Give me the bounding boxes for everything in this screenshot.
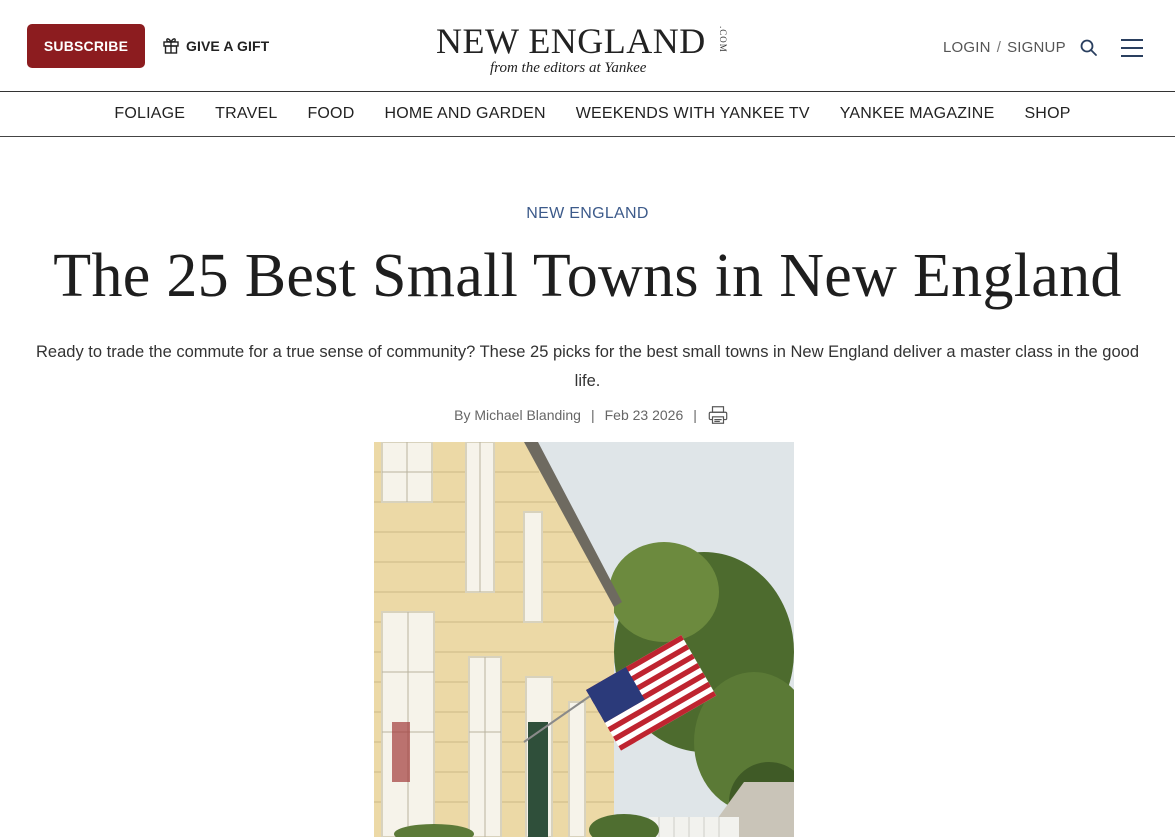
site-header: SUBSCRIBE GIVE A GIFT NEW ENGLAND .COM f… [0,0,1175,92]
logo-com: .COM [718,26,728,53]
login-link[interactable]: LOGIN [943,39,991,56]
article-dek: Ready to trade the commute for a true se… [36,343,1139,390]
byline-separator: | [693,407,697,423]
article-category-link[interactable]: NEW ENGLAND [0,205,1175,223]
nav-item-home-and-garden[interactable]: HOME AND GARDEN [384,105,545,123]
hero-image [374,442,794,837]
auth-separator: / [996,38,1002,56]
gift-icon [162,36,180,57]
hamburger-menu-icon[interactable] [1120,37,1144,59]
nav-item-food[interactable]: FOOD [307,105,354,123]
subscribe-button[interactable]: SUBSCRIBE [27,24,145,68]
search-icon[interactable] [1079,38,1099,58]
signup-link[interactable]: SIGNUP [1007,39,1066,56]
nav-item-yankee-magazine[interactable]: YANKEE MAGAZINE [840,105,995,123]
nav-item-foliage[interactable]: FOLIAGE [114,105,185,123]
print-icon[interactable] [707,403,731,427]
logo-wordmark: NEW ENGLAND [436,21,706,61]
site-logo[interactable]: NEW ENGLAND .COM from the editors at Yan… [434,22,734,82]
nav-item-travel[interactable]: TRAVEL [215,105,277,123]
main-nav: FOLIAGE TRAVEL FOOD HOME AND GARDEN WEEK… [0,92,1175,137]
article-byline: By Michael Blanding | Feb 23 2026 | [0,402,1175,428]
nav-item-weekends-with-yankee-tv[interactable]: WEEKENDS WITH YANKEE TV [576,105,810,123]
main-nav-list: FOLIAGE TRAVEL FOOD HOME AND GARDEN WEEK… [104,105,1070,123]
give-a-gift-link[interactable]: GIVE A GIFT [162,34,269,58]
auth-links: LOGIN / SIGNUP [943,36,1066,58]
author-link[interactable]: By Michael Blanding [454,407,581,423]
nav-item-shop[interactable]: SHOP [1024,105,1070,123]
give-a-gift-label: GIVE A GIFT [186,38,270,54]
article-title: The 25 Best Small Towns in New England [53,242,1122,310]
publish-date: Feb 23 2026 [604,407,684,423]
byline-separator: | [590,407,595,423]
logo-tagline: from the editors at Yankee [490,60,647,76]
